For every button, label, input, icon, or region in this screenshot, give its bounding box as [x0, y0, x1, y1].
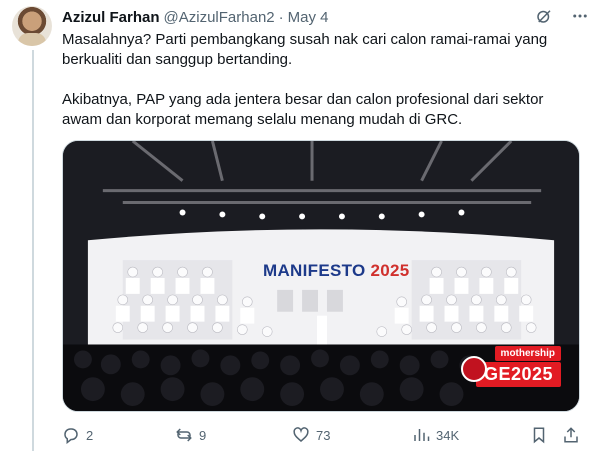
tweet-paragraph: Akibatnya, PAP yang ada jentera besar da… — [62, 91, 544, 128]
avatar-shirt — [18, 33, 46, 46]
post-date[interactable]: May 4 — [288, 9, 329, 26]
watermark-brand: mothership — [494, 346, 561, 361]
grok-icon[interactable] — [534, 6, 554, 26]
more-icon[interactable] — [570, 6, 590, 26]
views-button[interactable]: 34K — [412, 426, 459, 444]
share-icon — [564, 427, 578, 443]
thread-line — [32, 50, 34, 451]
author-name[interactable]: Azizul Farhan — [62, 9, 160, 26]
like-button[interactable]: 73 — [292, 426, 330, 444]
banner-year: 2025 — [370, 261, 410, 280]
watermark-badge: mothership GE2025 — [461, 346, 561, 396]
manifesto-banner-title: MANIFESTO 2025 — [263, 261, 410, 281]
author-handle[interactable]: @AzizulFarhan2 — [164, 9, 275, 26]
like-count: 73 — [316, 427, 331, 443]
watermark-tag: GE2025 — [475, 362, 561, 387]
views-count: 34K — [436, 427, 460, 443]
separator: · — [278, 8, 284, 26]
reply-icon — [64, 428, 78, 444]
reply-button[interactable]: 2 — [62, 426, 93, 444]
tweet-text: Masalahnya? Parti pembangkang susah nak … — [62, 30, 582, 130]
tweet-media-image[interactable]: MANIFESTO 2025 mothership GE2025 — [62, 140, 580, 412]
like-icon — [293, 427, 309, 442]
avatar[interactable] — [12, 6, 52, 46]
reply-count: 2 — [86, 427, 94, 443]
bookmark-button[interactable] — [530, 426, 548, 444]
tweet-header: Azizul Farhan @AzizulFarhan2 · May 4 — [62, 6, 590, 28]
ballot-icon — [461, 356, 487, 382]
share-button[interactable] — [562, 426, 580, 444]
retweet-count: 9 — [199, 427, 207, 443]
banner-title: MANIFESTO — [263, 261, 366, 280]
retweet-icon — [176, 428, 192, 442]
retweet-button[interactable]: 9 — [175, 426, 206, 444]
header-actions — [534, 6, 590, 26]
tweet-paragraph: Masalahnya? Parti pembangkang susah nak … — [62, 31, 548, 68]
views-icon — [414, 429, 430, 441]
tweet-actions: 2 9 73 34K — [62, 424, 582, 446]
bookmark-icon — [533, 427, 545, 444]
